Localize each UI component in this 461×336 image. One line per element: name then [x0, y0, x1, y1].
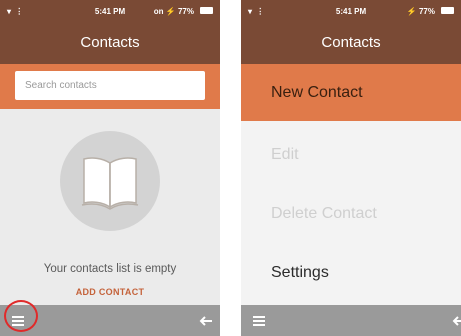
back-arrow-icon[interactable] [198, 313, 214, 329]
add-contact-link[interactable]: ADD CONTACT [0, 287, 220, 297]
status-right: on ⚡ 77% [153, 7, 194, 16]
contacts-screen: ▾ ⋮ 5:41 PM on ⚡ 77% Contacts Your conta… [0, 0, 220, 336]
menu-screen: ▾ ⋮ 5:41 PM ⚡ 77% Contacts New Contact E… [241, 0, 461, 336]
page-title: Contacts [241, 22, 461, 64]
menu-item-edit: Edit [271, 146, 299, 163]
search-bar [0, 64, 220, 109]
page-title: Contacts [0, 22, 220, 64]
status-bar: ▾ ⋮ 5:41 PM ⚡ 77% [241, 0, 461, 22]
bottom-toolbar [241, 305, 461, 336]
battery-icon [441, 7, 454, 14]
hamburger-menu-icon[interactable] [251, 313, 267, 329]
menu-highlight-circle [4, 300, 38, 332]
back-arrow-icon[interactable] [451, 313, 461, 329]
menu-item-new-contact[interactable]: New Contact [241, 64, 461, 121]
search-input[interactable] [15, 71, 205, 100]
status-right: ⚡ 77% [406, 7, 435, 16]
options-menu: New Contact Edit Delete Contact Settings [241, 64, 461, 305]
battery-icon [200, 7, 213, 14]
menu-item-delete-contact: Delete Contact [271, 205, 377, 222]
empty-message: Your contacts list is empty [43, 263, 177, 275]
status-bar: ▾ ⋮ 5:41 PM on ⚡ 77% [0, 0, 220, 22]
empty-state: Your contacts list is empty ADD CONTACT [0, 109, 220, 305]
open-book-icon [60, 131, 160, 231]
menu-item-settings[interactable]: Settings [241, 244, 461, 301]
